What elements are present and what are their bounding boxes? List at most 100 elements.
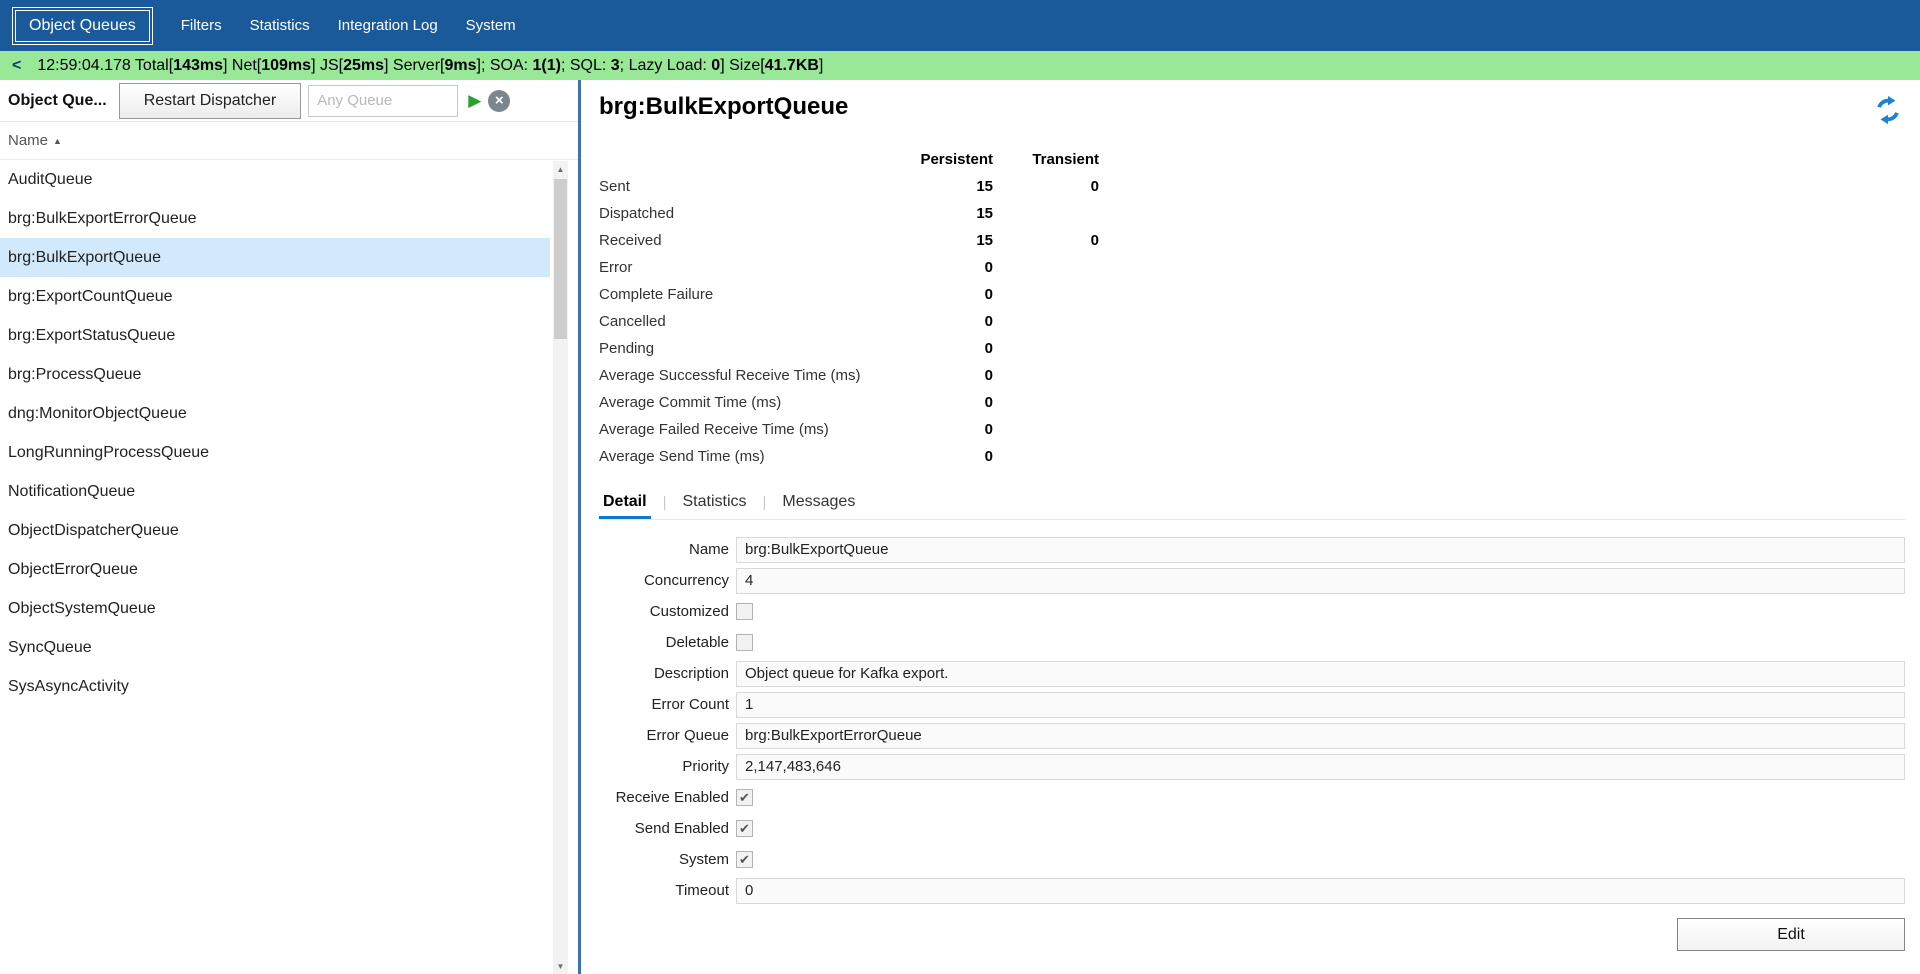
stats-persistent-value: 0 (911, 286, 993, 303)
scrollbar-thumb[interactable] (554, 179, 567, 339)
edit-button[interactable]: Edit (1677, 918, 1905, 951)
stats-persistent-value: 0 (911, 259, 993, 276)
stats-row: Received 15 0 (599, 227, 1920, 254)
error-count-field[interactable] (736, 692, 1905, 718)
scroll-down-icon[interactable]: ▼ (553, 958, 568, 974)
sort-ascending-icon: ▲ (53, 136, 62, 146)
nav-tab-integration-log[interactable]: Integration Log (338, 17, 438, 34)
form-label: Customized (599, 603, 729, 620)
status-segment: ; Lazy Load: (620, 57, 712, 74)
run-search-icon[interactable]: ▶ (468, 92, 481, 109)
stats-label: Complete Failure (599, 286, 911, 303)
queue-item-brg-exportcountqueue[interactable]: brg:ExportCountQueue (0, 277, 550, 316)
stats-label: Average Commit Time (ms) (599, 394, 911, 411)
stats-row: Average Commit Time (ms) 0 (599, 389, 1920, 416)
form-label: Timeout (599, 882, 729, 899)
status-segment: ] (819, 57, 823, 74)
queue-item-notificationqueue[interactable]: NotificationQueue (0, 472, 550, 511)
form-row: Customized (599, 596, 1905, 627)
nav-tab-statistics[interactable]: Statistics (250, 17, 310, 34)
error-queue-field[interactable] (736, 723, 1905, 749)
queue-item-brg-exportstatusqueue[interactable]: brg:ExportStatusQueue (0, 316, 550, 355)
receive-enabled-checkbox[interactable] (736, 789, 753, 806)
timeout-field[interactable] (736, 878, 1905, 904)
stats-persistent-value: 0 (911, 448, 993, 465)
form-label: Priority (599, 758, 729, 775)
clear-search-icon[interactable]: × (488, 90, 510, 112)
description-field[interactable] (736, 661, 1905, 687)
deletable-checkbox[interactable] (736, 634, 753, 651)
restart-dispatcher-button[interactable]: Restart Dispatcher (119, 83, 302, 119)
form-row: Deletable (599, 627, 1905, 658)
form-row: System (599, 844, 1905, 875)
form-label: Receive Enabled (599, 789, 729, 806)
stats-label: Dispatched (599, 205, 911, 222)
customized-checkbox[interactable] (736, 603, 753, 620)
status-segment: ] JS[ (311, 57, 343, 74)
status-segment: 1(1) (533, 57, 561, 74)
status-segment: 12:59:04.178 Total[ (37, 57, 173, 74)
form-row: Name (599, 534, 1905, 565)
status-segment: ] Net[ (223, 57, 261, 74)
panel-title: Object Que... (8, 92, 107, 110)
queue-item-brg-processqueue[interactable]: brg:ProcessQueue (0, 355, 550, 394)
nav-tab-system[interactable]: System (466, 17, 516, 34)
name-column-header[interactable]: Name ▲ (0, 122, 578, 160)
stats-persistent-value: 0 (911, 313, 993, 330)
form-row: Timeout (599, 875, 1905, 906)
concurrency-field[interactable] (736, 568, 1905, 594)
queue-item-objectsystemqueue[interactable]: ObjectSystemQueue (0, 589, 550, 628)
stats-transient-value: 0 (993, 232, 1099, 249)
tab-messages[interactable]: Messages (778, 493, 859, 519)
queue-item-brg-bulkexportqueue[interactable]: brg:BulkExportQueue (0, 238, 550, 277)
nav-tab-object-queues[interactable]: Object Queues (12, 7, 153, 45)
name-field[interactable] (736, 537, 1905, 563)
back-button[interactable]: < (0, 57, 37, 75)
scroll-up-icon[interactable]: ▲ (553, 161, 568, 177)
queue-item-dng-monitorobjectqueue[interactable]: dng:MonitorObjectQueue (0, 394, 550, 433)
stats-label: Pending (599, 340, 911, 357)
left-panel-scrollbar[interactable]: ▲ ▼ (553, 161, 568, 974)
form-label: System (599, 851, 729, 868)
stats-label: Cancelled (599, 313, 911, 330)
tab-statistics[interactable]: Statistics (678, 493, 750, 519)
status-segment: 0 (711, 57, 720, 74)
priority-field[interactable] (736, 754, 1905, 780)
top-navigation: Object Queues Filters Statistics Integratio… (0, 0, 1920, 51)
form-label: Error Count (599, 696, 729, 713)
queue-item-syncqueue[interactable]: SyncQueue (0, 628, 550, 667)
queue-list-panel: Object Que... Restart Dispatcher ▶ × Nam… (0, 80, 578, 974)
form-row: Error Count (599, 689, 1905, 720)
nav-tab-filters[interactable]: Filters (181, 17, 222, 34)
stats-row: Average Failed Receive Time (ms) 0 (599, 416, 1920, 443)
form-row: Receive Enabled (599, 782, 1905, 813)
stats-persistent-value: 0 (911, 340, 993, 357)
queue-item-brg-bulkexporterrorqueue[interactable]: brg:BulkExportErrorQueue (0, 199, 550, 238)
queue-stats-table: Persistent Transient Sent 15 0 Dispatche… (599, 146, 1920, 470)
persistent-column-header: Persistent (911, 151, 993, 168)
status-segment: 41.7KB (765, 57, 819, 74)
stats-row: Dispatched 15 (599, 200, 1920, 227)
form-label: Error Queue (599, 727, 729, 744)
queue-item-longrunningprocessqueue[interactable]: LongRunningProcessQueue (0, 433, 550, 472)
stats-persistent-value: 15 (911, 205, 993, 222)
form-label: Deletable (599, 634, 729, 651)
form-row: Error Queue (599, 720, 1905, 751)
stats-row: Complete Failure 0 (599, 281, 1920, 308)
system-checkbox[interactable] (736, 851, 753, 868)
queue-item-objecterrorqueue[interactable]: ObjectErrorQueue (0, 550, 550, 589)
queue-item-objectdispatcherqueue[interactable]: ObjectDispatcherQueue (0, 511, 550, 550)
refresh-icon[interactable] (1871, 95, 1905, 130)
tab-detail[interactable]: Detail (599, 493, 651, 519)
stats-persistent-value: 0 (911, 394, 993, 411)
stats-label: Average Successful Receive Time (ms) (599, 367, 911, 384)
stats-persistent-value: 0 (911, 421, 993, 438)
queue-item-sysasyncactivity[interactable]: SysAsyncActivity (0, 667, 550, 706)
form-row: Priority (599, 751, 1905, 782)
queue-item-auditqueue[interactable]: AuditQueue (0, 160, 550, 199)
send-enabled-checkbox[interactable] (736, 820, 753, 837)
stats-label: Received (599, 232, 911, 249)
status-segment: ] Server[ (384, 57, 444, 74)
queue-search-input[interactable] (308, 85, 458, 117)
form-row: Send Enabled (599, 813, 1905, 844)
